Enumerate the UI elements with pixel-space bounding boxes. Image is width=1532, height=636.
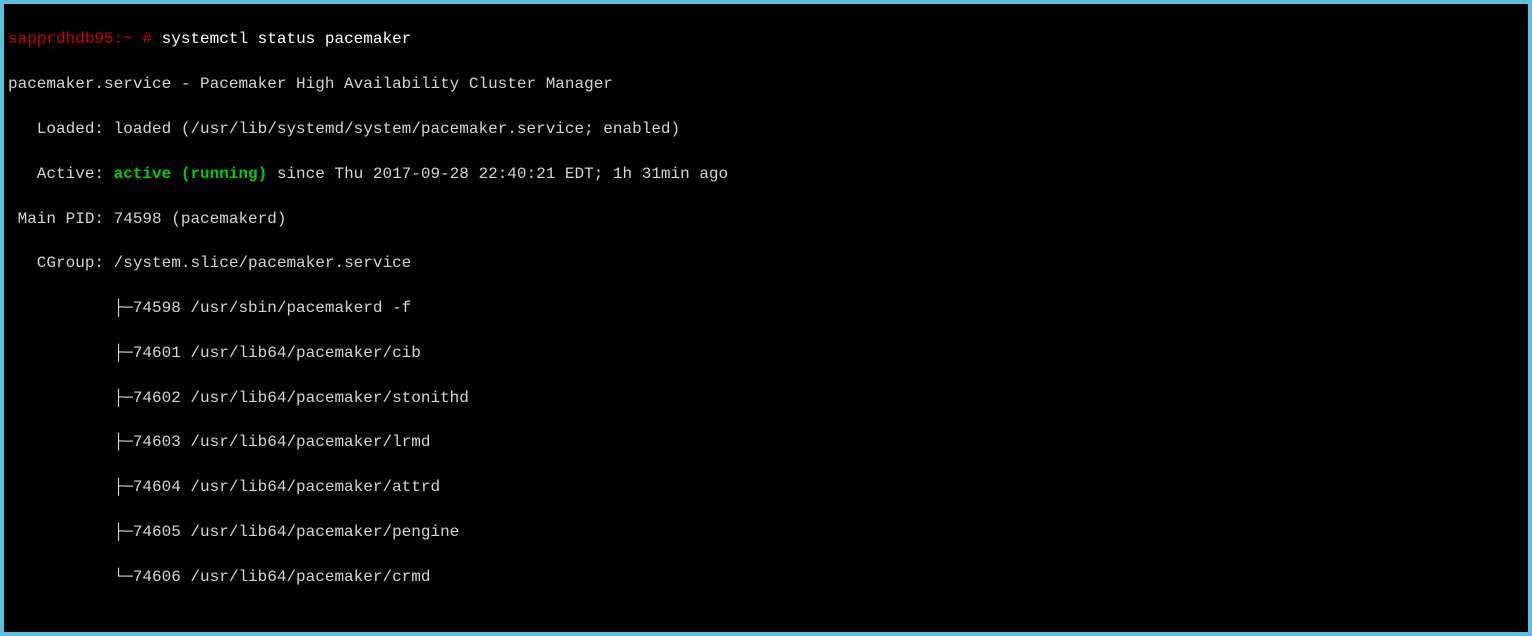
command-text: systemctl status pacemaker	[162, 30, 412, 48]
mainpid-value: 74598 (pacemakerd)	[114, 210, 287, 228]
tree-line-3: ├─74602 /usr/lib64/pacemaker/stonithd	[8, 387, 1524, 409]
prompt-host: sapprdhdb95:~	[8, 30, 133, 48]
active-line: Active: active (running) since Thu 2017-…	[8, 163, 1524, 185]
tree-line-6: ├─74605 /usr/lib64/pacemaker/pengine	[8, 521, 1524, 543]
service-description: pacemaker.service - Pacemaker High Avail…	[8, 73, 1524, 95]
cgroup-path: /system.slice/pacemaker.service	[114, 254, 412, 272]
command-line: sapprdhdb95:~ # systemctl status pacemak…	[8, 28, 1524, 50]
cgroup-line: CGroup: /system.slice/pacemaker.service	[8, 252, 1524, 274]
mainpid-label: Main PID:	[8, 210, 114, 228]
tree-line-7: └─74606 /usr/lib64/pacemaker/crmd	[8, 566, 1524, 588]
prompt-symbol: #	[133, 30, 162, 48]
active-status: active (running)	[114, 165, 268, 183]
tree-line-5: ├─74604 /usr/lib64/pacemaker/attrd	[8, 476, 1524, 498]
mainpid-line: Main PID: 74598 (pacemakerd)	[8, 208, 1524, 230]
active-label: Active:	[8, 165, 114, 183]
loaded-value: loaded (/usr/lib/systemd/system/pacemake…	[114, 120, 681, 138]
loaded-line: Loaded: loaded (/usr/lib/systemd/system/…	[8, 118, 1524, 140]
tree-line-2: ├─74601 /usr/lib64/pacemaker/cib	[8, 342, 1524, 364]
terminal-window[interactable]: sapprdhdb95:~ # systemctl status pacemak…	[4, 4, 1528, 632]
active-since: since Thu 2017-09-28 22:40:21 EDT; 1h 31…	[267, 165, 728, 183]
loaded-label: Loaded:	[8, 120, 114, 138]
blank-line	[8, 611, 1524, 632]
tree-line-1: ├─74598 /usr/sbin/pacemakerd -f	[8, 297, 1524, 319]
cgroup-label: CGroup:	[8, 254, 114, 272]
tree-line-4: ├─74603 /usr/lib64/pacemaker/lrmd	[8, 431, 1524, 453]
